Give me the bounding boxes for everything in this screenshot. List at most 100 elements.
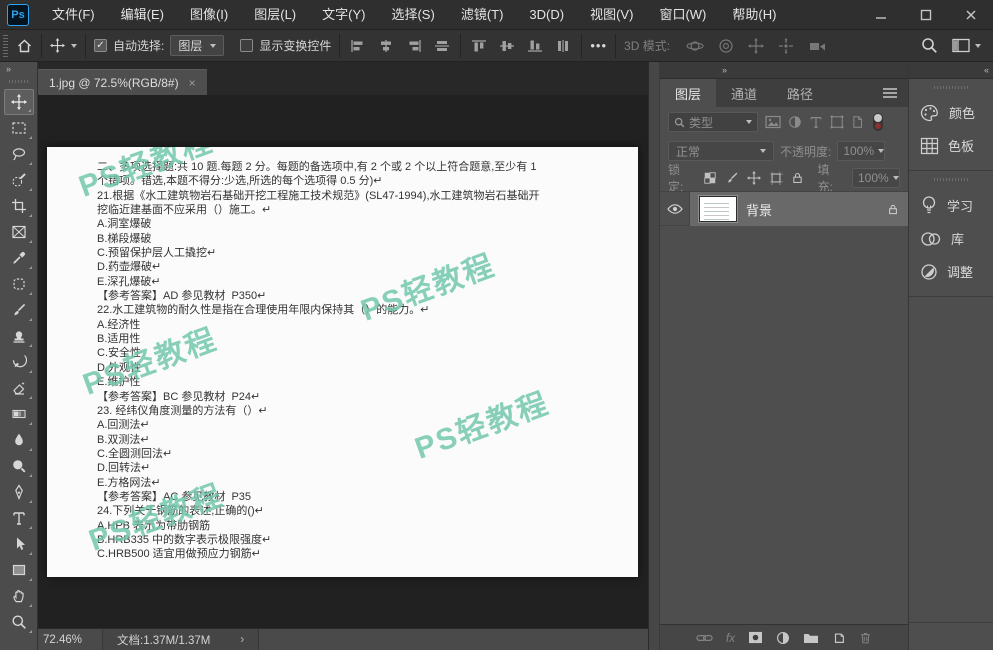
menu-item[interactable]: 图像(I) (177, 0, 241, 30)
status-chevron-icon[interactable]: › (240, 634, 244, 646)
3d-drag-icon[interactable] (748, 38, 764, 54)
dock-grip[interactable] (934, 86, 968, 89)
dock-item-libraries[interactable]: 库 (909, 222, 993, 255)
gradient-tool[interactable] (4, 401, 34, 427)
menu-item[interactable]: 视图(V) (577, 0, 646, 30)
align-left-icon[interactable] (350, 39, 366, 53)
filter-shape-layers-icon[interactable] (830, 115, 844, 129)
brush-tool[interactable] (4, 297, 34, 323)
dock-item-colors[interactable]: 颜色 (909, 96, 993, 129)
toolbar-grip[interactable] (9, 80, 29, 83)
link-layers-icon[interactable] (696, 632, 713, 644)
expand-panels-icon[interactable]: « (984, 65, 988, 75)
new-adjustment-layer-icon[interactable] (776, 631, 790, 645)
menu-item[interactable]: 编辑(E) (108, 0, 177, 30)
3d-roll-icon[interactable] (718, 38, 734, 54)
align-bottom-icon[interactable] (527, 39, 543, 53)
panel-collapse-strip[interactable]: » (660, 62, 908, 79)
opacity-value-field[interactable]: 100% (837, 141, 885, 161)
layer-visibility-toggle[interactable] (660, 192, 690, 226)
new-group-icon[interactable] (803, 631, 819, 644)
align-center-v-icon[interactable] (499, 39, 515, 53)
new-layer-icon[interactable] (832, 631, 846, 645)
layer-name[interactable]: 背景 (746, 200, 772, 219)
maximize-button[interactable] (903, 0, 948, 29)
document-info-field[interactable]: 文档:1.37M/1.37M › (102, 629, 259, 650)
rectangle-shape-tool[interactable] (4, 557, 34, 583)
blend-mode-dropdown[interactable]: 正常 (668, 141, 774, 161)
menu-item[interactable]: 文件(F) (39, 0, 108, 30)
eyedropper-tool[interactable] (4, 245, 34, 271)
tab-paths[interactable]: 路径 (772, 79, 828, 107)
workspace-icon[interactable] (952, 38, 981, 53)
pen-tool[interactable] (4, 479, 34, 505)
close-button[interactable] (948, 0, 993, 29)
document-tab[interactable]: 1.jpg @ 72.5%(RGB/8#) × (38, 69, 207, 95)
3d-orbit-icon[interactable] (686, 38, 704, 54)
dock-item-swatches[interactable]: 色板 (909, 129, 993, 162)
tool-preset[interactable] (42, 38, 85, 53)
tab-close-icon[interactable]: × (189, 76, 196, 90)
dock-item-learn[interactable]: 学习 (909, 188, 993, 222)
lock-pixels-icon[interactable] (725, 171, 739, 185)
fill-value-field[interactable]: 100% (852, 168, 900, 188)
filter-type-layers-icon[interactable] (809, 115, 823, 129)
dock-grip[interactable] (934, 178, 968, 181)
align-center-h-icon[interactable] (378, 39, 394, 53)
zoom-tool[interactable] (4, 609, 34, 635)
layer-row-background[interactable]: 背景 (660, 192, 908, 226)
more-align-options[interactable]: ••• (582, 38, 615, 53)
delete-layer-icon[interactable] (859, 631, 872, 645)
lock-artboard-icon[interactable] (769, 171, 783, 185)
align-top-icon[interactable] (471, 39, 487, 53)
filter-on-off-toggle[interactable] (873, 113, 883, 131)
panel-menu-icon[interactable] (882, 79, 908, 107)
menu-item[interactable]: 选择(S) (378, 0, 447, 30)
filter-type-dropdown[interactable]: 类型 (668, 112, 758, 132)
rectangular-marquee-tool[interactable] (4, 115, 34, 141)
auto-select-checkbox[interactable]: ✓ (94, 39, 107, 52)
tab-layers[interactable]: 图层 (660, 79, 716, 107)
move-tool[interactable] (4, 89, 34, 115)
search-icon[interactable] (921, 37, 938, 54)
tab-channels[interactable]: 通道 (716, 79, 772, 107)
filter-smart-objects-icon[interactable] (851, 115, 864, 129)
show-transform-checkbox[interactable] (240, 39, 253, 52)
layer-thumbnail[interactable] (699, 196, 737, 222)
lock-transparency-icon[interactable] (703, 171, 717, 185)
spot-healing-brush-tool[interactable] (4, 271, 34, 297)
filter-adjustment-layers-icon[interactable] (788, 115, 802, 129)
frame-tool[interactable] (4, 219, 34, 245)
panel-dock-gutter[interactable] (648, 62, 660, 650)
history-brush-tool[interactable] (4, 349, 34, 375)
distribute-v-icon[interactable] (555, 39, 571, 53)
collapse-panels-icon[interactable]: » (722, 65, 726, 75)
lock-position-icon[interactable] (747, 171, 761, 185)
menu-item[interactable]: 滤镜(T) (448, 0, 517, 30)
menu-item[interactable]: 帮助(H) (719, 0, 789, 30)
filter-pixel-layers-icon[interactable] (765, 115, 781, 129)
dock-collapse-strip[interactable]: « (909, 62, 993, 79)
canvas-page[interactable]: 二、多项选择题:共 10 题.每题 2 分。每题的备选项中,有 2 个或 2 个… (47, 147, 638, 577)
blur-tool[interactable] (4, 427, 34, 453)
path-selection-tool[interactable] (4, 531, 34, 557)
lock-all-icon[interactable] (791, 171, 804, 185)
dodge-tool[interactable] (4, 453, 34, 479)
align-right-icon[interactable] (406, 39, 422, 53)
3d-slide-icon[interactable] (778, 38, 794, 54)
dock-item-adjustments[interactable]: 调整 (909, 255, 993, 288)
quick-selection-tool[interactable] (4, 167, 34, 193)
clone-stamp-tool[interactable] (4, 323, 34, 349)
distribute-h-icon[interactable] (434, 39, 450, 53)
3d-camera-icon[interactable] (808, 39, 828, 53)
hand-tool[interactable] (4, 583, 34, 609)
menu-item[interactable]: 窗口(W) (646, 0, 719, 30)
toolbar-collapse-icon[interactable]: » (0, 62, 10, 74)
eraser-tool[interactable] (4, 375, 34, 401)
lasso-tool[interactable] (4, 141, 34, 167)
add-layer-mask-icon[interactable] (748, 631, 763, 644)
auto-select-target-dropdown[interactable]: 图层 (170, 35, 224, 56)
minimize-button[interactable] (858, 0, 903, 29)
menu-item[interactable]: 文字(Y) (309, 0, 378, 30)
crop-tool[interactable] (4, 193, 34, 219)
